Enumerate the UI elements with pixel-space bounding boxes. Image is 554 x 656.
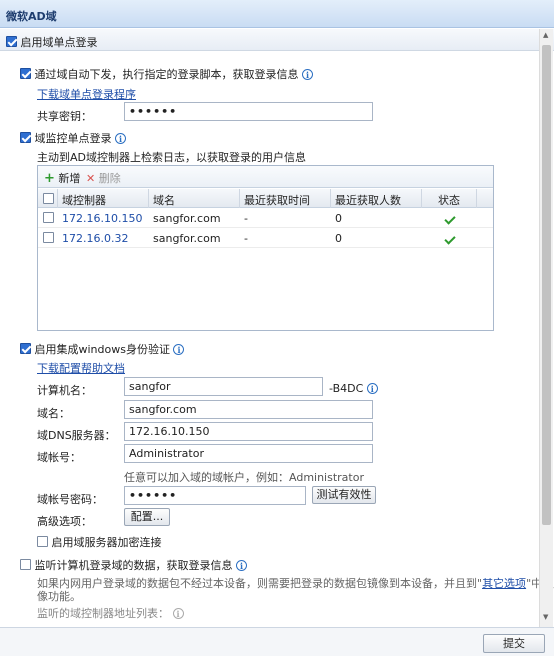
windows-auth-label: 启用集成windows身份验证: [34, 343, 170, 356]
row-domain: sangfor.com: [153, 212, 221, 225]
col-status[interactable]: 状态: [438, 192, 460, 208]
computer-name-suffix: -B4DC i: [329, 382, 378, 395]
listen-description: 如果内网用户登录域的数据包不经过本设备，则需要把登录的数据包镜像到本设备，并且到…: [37, 577, 554, 590]
main-toggle-label: 启用域单点登录: [20, 36, 98, 49]
windows-auth-option[interactable]: 启用集成windows身份验证 i: [20, 341, 185, 357]
main-toggle[interactable]: 启用域单点登录: [6, 34, 98, 50]
info-icon[interactable]: i: [366, 383, 378, 394]
col-domain[interactable]: 域名: [153, 192, 175, 208]
auto-deploy-label: 通过域自动下发，执行指定的登录脚本，获取登录信息: [34, 68, 299, 81]
grid-toolbar: + 新增 ✕ 删除: [38, 166, 493, 188]
grid-header: 域控制器 域名 最近获取时间 最近获取人数 状态: [38, 189, 493, 208]
submit-button[interactable]: 提交: [483, 634, 545, 653]
domain-name-input[interactable]: sangfor.com: [124, 400, 373, 419]
row-controller: 172.16.0.32: [62, 232, 129, 245]
table-row[interactable]: 172.16.10.150 sangfor.com - 0: [38, 208, 493, 228]
advanced-options-label: 高级选项：: [37, 515, 92, 528]
domain-account-input[interactable]: Administrator: [124, 444, 373, 463]
dns-server-label: 域DNS服务器：: [37, 429, 116, 442]
listen-description-line2: 像功能。: [37, 590, 81, 603]
main-toggle-bar: 启用域单点登录: [0, 29, 554, 51]
delete-button-label: 删除: [98, 172, 121, 185]
info-icon[interactable]: i: [302, 69, 313, 80]
scroll-up-arrow-icon[interactable]: ▲: [543, 31, 548, 39]
shared-key-label: 共享密钥：: [37, 110, 92, 123]
select-all-checkbox[interactable]: [43, 193, 54, 204]
main-toggle-checkbox[interactable]: [6, 36, 17, 47]
info-icon[interactable]: i: [236, 560, 247, 571]
row-count: 0: [335, 212, 342, 225]
domain-account-hint: 任意可以加入域的域帐户，例如：Administrator: [124, 471, 364, 484]
row-checkbox[interactable]: [43, 212, 54, 223]
listen-login-label: 监听计算机登录域的数据，获取登录信息: [34, 559, 233, 572]
scroll-down-arrow-icon[interactable]: ▼: [543, 613, 548, 621]
computer-name-input[interactable]: sangfor: [124, 377, 323, 396]
domain-monitor-option[interactable]: 域监控单点登录 i: [20, 130, 126, 146]
test-validity-button[interactable]: 测试有效性: [312, 486, 376, 504]
shared-key-input[interactable]: ••••••: [124, 102, 373, 121]
encrypt-connection-label: 启用域服务器加密连接: [51, 536, 162, 549]
col-last-time[interactable]: 最近获取时间: [244, 192, 310, 208]
plus-icon: +: [44, 171, 55, 186]
auto-deploy-checkbox[interactable]: [20, 68, 31, 79]
encrypt-connection-option[interactable]: 启用域服务器加密连接: [37, 534, 162, 550]
row-count: 0: [335, 232, 342, 245]
listen-controller-list: 监听的域控制器地址列表： i: [37, 605, 184, 621]
status-ok-icon: [444, 212, 456, 225]
download-help-doc-link[interactable]: 下载配置帮助文档: [37, 360, 125, 376]
footer-bar: 提交: [0, 627, 554, 656]
window-titlebar: 微软AD域: [0, 0, 554, 28]
windows-auth-checkbox[interactable]: [20, 343, 31, 354]
info-icon[interactable]: i: [172, 608, 184, 619]
listen-controller-list-label: 监听的域控制器地址列表：: [37, 607, 169, 620]
delete-icon: ✕: [86, 172, 96, 185]
window-title: 微软AD域: [6, 10, 57, 23]
scrollbar-thumb[interactable]: [542, 45, 551, 525]
status-ok-icon: [444, 232, 456, 245]
row-last-time: -: [244, 232, 248, 245]
vertical-scrollbar[interactable]: ▲ ▼: [539, 29, 553, 627]
encrypt-connection-checkbox[interactable]: [37, 536, 48, 547]
domain-controller-grid: + 新增 ✕ 删除 域控制器 域名 最近获取时间 最近获取人数 状态 172.1…: [37, 165, 494, 331]
auto-deploy-option[interactable]: 通过域自动下发，执行指定的登录脚本，获取登录信息 i: [20, 66, 313, 82]
domain-account-label: 域帐号：: [37, 451, 81, 464]
domain-name-label: 域名：: [37, 407, 70, 420]
domain-password-label: 域帐号密码：: [37, 493, 103, 506]
domain-monitor-label: 域监控单点登录: [34, 132, 112, 145]
domain-password-input[interactable]: ••••••: [124, 486, 306, 505]
other-options-link[interactable]: 其它选项: [482, 577, 526, 590]
row-last-time: -: [244, 212, 248, 225]
row-controller: 172.16.10.150: [62, 212, 143, 225]
col-controller[interactable]: 域控制器: [62, 192, 106, 208]
delete-button[interactable]: ✕ 删除: [86, 170, 121, 186]
listen-login-checkbox[interactable]: [20, 559, 31, 570]
col-count[interactable]: 最近获取人数: [335, 192, 401, 208]
table-row[interactable]: 172.16.0.32 sangfor.com - 0: [38, 228, 493, 248]
dns-server-input[interactable]: 172.16.10.150: [124, 422, 373, 441]
listen-login-option[interactable]: 监听计算机登录域的数据，获取登录信息 i: [20, 557, 247, 573]
domain-monitor-checkbox[interactable]: [20, 132, 31, 143]
info-icon[interactable]: i: [115, 133, 126, 144]
add-button-label: 新增: [58, 172, 81, 185]
info-icon[interactable]: i: [173, 344, 185, 355]
config-button[interactable]: 配置...: [124, 508, 170, 526]
row-domain: sangfor.com: [153, 232, 221, 245]
row-checkbox[interactable]: [43, 232, 54, 243]
domain-monitor-description: 主动到AD域控制器上检索日志，以获取登录的用户信息: [37, 151, 306, 164]
computer-name-label: 计算机名：: [37, 384, 92, 397]
download-sso-program-link[interactable]: 下载域单点登录程序: [37, 86, 136, 102]
add-button[interactable]: + 新增: [44, 170, 80, 186]
